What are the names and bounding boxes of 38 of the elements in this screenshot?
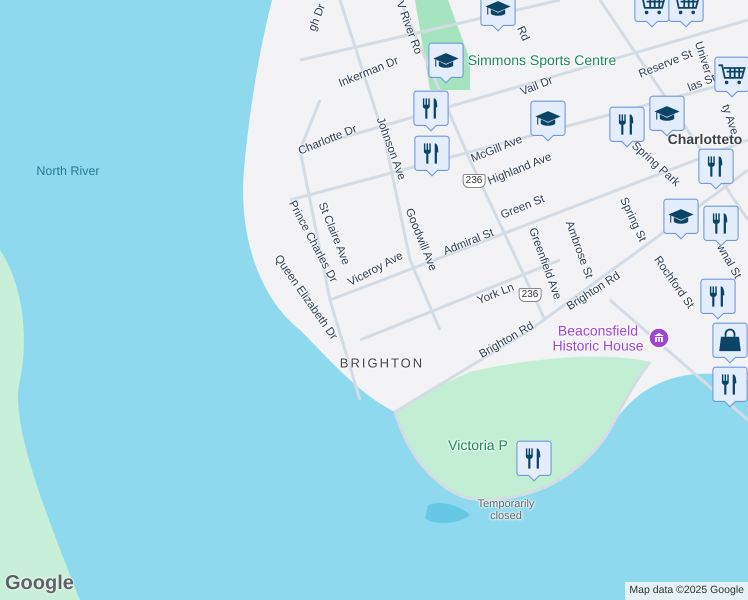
park-label: Simmons Sports Centre (468, 53, 616, 67)
map-logo: Google (5, 571, 74, 596)
graduation-cap-icon (654, 106, 680, 121)
shopping-bag-icon (719, 328, 741, 352)
shopping-cart-icon (718, 64, 746, 84)
route-shield: 236 (462, 174, 486, 188)
fork-knife-icon (422, 98, 438, 119)
district-label: BRIGHTON (340, 356, 424, 370)
fork-knife-icon (618, 114, 634, 135)
fork-knife-icon (722, 374, 736, 395)
fork-knife-icon (712, 213, 728, 234)
pond (425, 503, 470, 523)
street-label: McGill Ave (470, 134, 524, 165)
street-label: Rd (514, 24, 530, 44)
route-shield: 236 (518, 288, 542, 302)
fork-knife-icon (710, 286, 724, 307)
water-label: North River (36, 164, 100, 178)
street-label: Spring St (616, 196, 648, 244)
museum-icon[interactable] (648, 326, 670, 349)
place-label: Beaconsfield Historic House (551, 323, 645, 353)
attribution-text: Map data ©2025 Google (625, 582, 748, 600)
graduation-cap-icon (535, 111, 561, 126)
graduation-cap-icon (668, 209, 694, 224)
street-label: Univer (692, 40, 713, 76)
park-label: Victoria P (448, 438, 508, 452)
status-label: Temporarily closed (476, 498, 536, 522)
street-label: V River Ro (393, 0, 423, 56)
street-label: gh Dr (307, 2, 329, 34)
map-marker[interactable] (712, 366, 748, 408)
fork-knife-icon (526, 448, 540, 469)
graduation-cap-icon (485, 1, 511, 16)
street-label: las St (686, 73, 718, 95)
street-label: Green St (500, 194, 546, 222)
street-label: Vail Dr (519, 75, 555, 99)
street-label: York Ln (476, 282, 516, 308)
fork-knife-icon (708, 156, 722, 177)
graduation-cap-icon (433, 53, 459, 68)
fork-knife-icon (424, 143, 438, 164)
